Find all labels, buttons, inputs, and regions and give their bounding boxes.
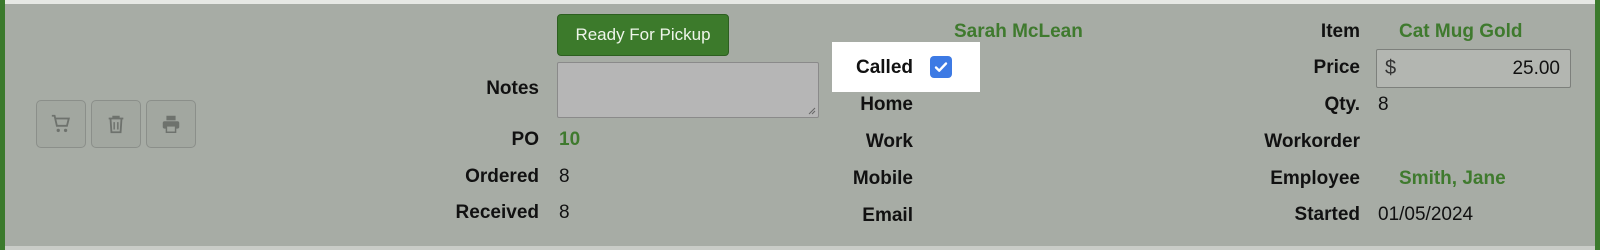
item-link[interactable]: Cat Mug Gold (1399, 21, 1522, 43)
ready-for-pickup-button[interactable]: Ready For Pickup (557, 14, 729, 56)
frame-top-border (5, 0, 1595, 4)
po-link[interactable]: 10 (559, 129, 580, 151)
called-checkbox[interactable] (930, 56, 952, 78)
home-phone-label: Home (860, 94, 913, 115)
ordered-label: Ordered (465, 166, 539, 187)
frame-bottom-border (5, 246, 1595, 250)
resize-handle-icon[interactable] (808, 107, 816, 115)
employee-label: Employee (1270, 168, 1360, 189)
mobile-phone-label: Mobile (852, 168, 913, 189)
qty-value: 8 (1378, 94, 1389, 115)
email-label: Email (862, 205, 913, 226)
ordered-value: 8 (559, 166, 570, 187)
checkmark-icon (934, 62, 948, 72)
started-value: 01/05/2024 (1378, 204, 1474, 225)
price-label: Price (1313, 57, 1360, 78)
price-value: 25.00 (1512, 58, 1560, 79)
po-label: PO (511, 129, 539, 150)
add-to-cart-button[interactable] (36, 100, 86, 148)
notes-textarea[interactable] (557, 62, 819, 118)
received-value: 8 (559, 202, 570, 223)
called-label: Called (855, 57, 913, 78)
cart-icon (51, 114, 70, 133)
currency-symbol: $ (1385, 57, 1397, 79)
print-icon (162, 115, 180, 133)
frame-right-border (1595, 0, 1600, 250)
received-label: Received (455, 202, 539, 223)
frame-left-border (0, 0, 5, 250)
notes-label: Notes (486, 78, 539, 99)
item-label: Item (1320, 21, 1360, 42)
print-button[interactable] (146, 100, 196, 148)
trash-icon (108, 115, 124, 134)
work-phone-label: Work (865, 131, 913, 152)
started-label: Started (1294, 204, 1360, 225)
price-input[interactable]: $ 25.00 (1376, 49, 1571, 88)
qty-label: Qty. (1324, 94, 1360, 115)
workorder-label: Workorder (1264, 131, 1360, 152)
customer-name-link[interactable]: Sarah McLean (954, 21, 1083, 43)
employee-link[interactable]: Smith, Jane (1399, 168, 1506, 190)
delete-button[interactable] (91, 100, 141, 148)
